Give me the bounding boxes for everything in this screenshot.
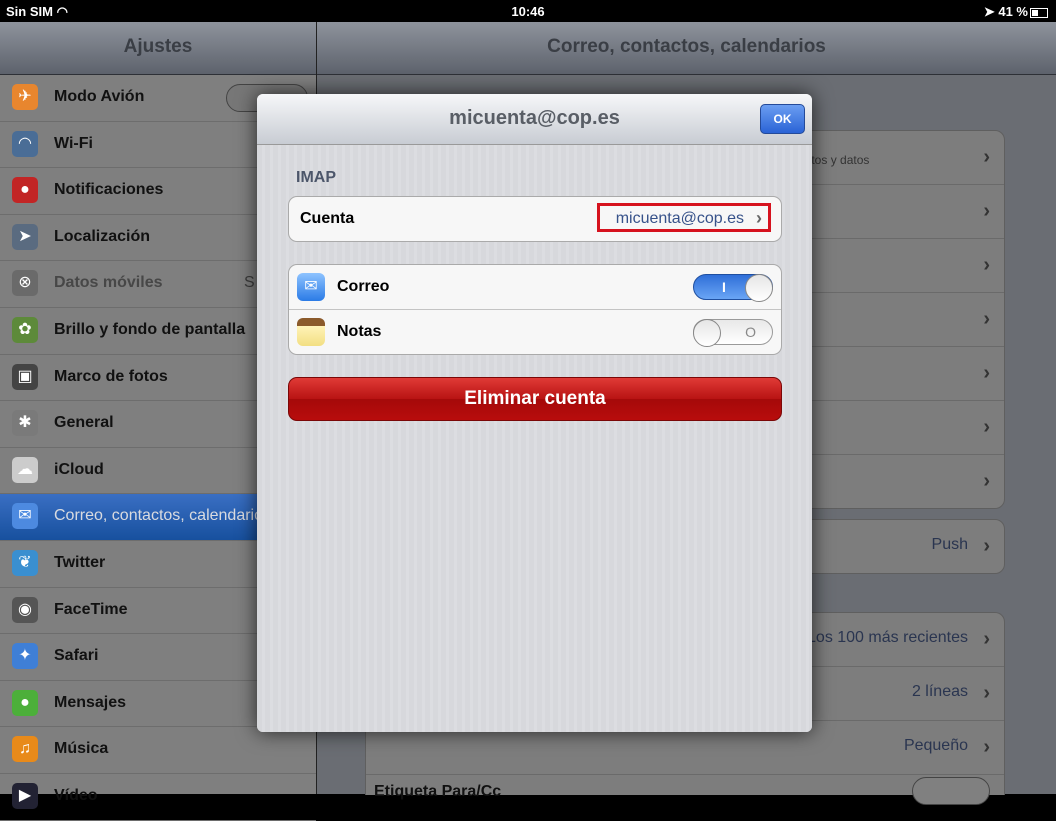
mail-row: ✉ Correo I [289, 265, 781, 310]
sidebar-item-label: Notificaciones [54, 181, 164, 199]
messages-icon: ● [12, 689, 38, 716]
sidebar-item-label: iCloud [54, 460, 104, 478]
account-label: Cuenta [300, 210, 355, 227]
account-card: Cuenta micuenta@cop.es › [288, 196, 782, 242]
battery-indicator: ➤ 41 % [984, 4, 1048, 20]
account-modal: micuenta@cop.es OK IMAP Cuenta micuenta@… [257, 94, 812, 732]
sidebar-item-label: Modo Avión [54, 88, 145, 105]
account-row[interactable]: Cuenta micuenta@cop.es › [289, 197, 781, 241]
chevron-right-icon: › [983, 146, 990, 168]
video-icon: ▶ [12, 782, 38, 809]
mail-label: Correo [337, 278, 390, 295]
location-icon: ➤ [12, 223, 38, 250]
sidebar-item[interactable]: ▶ Vídeo [0, 774, 316, 821]
toggle-knob [745, 274, 773, 302]
chevron-right-icon: › [983, 470, 990, 492]
music-icon: ♫ [12, 736, 38, 763]
toggle-knob [693, 319, 721, 347]
facetime-icon: ◉ [12, 596, 38, 623]
sidebar-item-label: FaceTime [54, 600, 128, 618]
detail-navbar: Correo, contactos, calendarios [317, 22, 1056, 75]
safari-icon: ✦ [12, 643, 38, 670]
delete-account-button[interactable]: Eliminar cuenta [288, 377, 782, 421]
highlight-box: micuenta@cop.es › [597, 203, 771, 232]
sidebar-item-label: Twitter [54, 553, 106, 571]
account-value: micuenta@cop.es [615, 210, 744, 227]
picture-frame-icon: ▣ [12, 363, 38, 390]
sidebar-item-label: Vídeo [54, 786, 98, 804]
chevron-right-icon: › [983, 254, 990, 276]
twitter-icon: ❦ [12, 549, 38, 576]
notes-label: Notas [337, 323, 382, 340]
chevron-right-icon: › [983, 736, 990, 758]
ok-button[interactable]: OK [760, 104, 805, 134]
brightness-icon: ✿ [12, 316, 38, 343]
sidebar-item[interactable]: ♫ Música [0, 727, 316, 774]
chevron-right-icon: › [983, 362, 990, 384]
services-card: ✉ Correo I Notas O [288, 264, 782, 355]
wifi-icon: ◠ [12, 130, 38, 157]
notes-row: Notas O [289, 310, 781, 354]
battery-icon [1030, 7, 1048, 18]
modal-title: micuenta@cop.es [449, 107, 620, 129]
detail-title: Correo, contactos, calendarios [547, 36, 826, 57]
clock: 10:46 [511, 4, 545, 19]
sidebar-item-label: Correo, contactos, calendarios [54, 507, 271, 525]
sidebar-item-extra: S [244, 274, 255, 292]
sidebar-item-label: Safari [54, 647, 99, 665]
sidebar-navbar: Ajustes [0, 22, 316, 75]
sidebar-item-label: Marco de fotos [54, 367, 168, 385]
chevron-right-icon: › [983, 628, 990, 650]
status-bar: Sin SIM ◠ 10:46 ➤ 41 % [0, 0, 1056, 22]
sidebar-item-label: Mensajes [54, 693, 127, 711]
sidebar-item-label: Datos móviles [54, 274, 163, 292]
chevron-right-icon: › [983, 200, 990, 222]
airplane-icon: ✈ [12, 84, 38, 110]
cloud-icon: ☁ [12, 456, 38, 483]
sidebar-item-label: Localización [54, 227, 151, 245]
notes-icon [297, 318, 325, 346]
sidebar-item-label: General [54, 414, 114, 432]
to-cc-row: Etiqueta Para/Cc [366, 775, 1004, 805]
notifications-icon: ● [12, 177, 38, 204]
chevron-right-icon: › [983, 682, 990, 704]
sidebar-item-label: Wi-Fi [54, 134, 93, 152]
chevron-right-icon: › [983, 416, 990, 438]
modal-header: micuenta@cop.es OK [257, 94, 812, 145]
notes-toggle[interactable]: O [693, 319, 773, 347]
gear-icon: ✱ [12, 410, 38, 437]
chevron-right-icon: › [756, 208, 762, 228]
sidebar-title: Ajustes [123, 36, 193, 57]
mail-icon: ✉ [12, 503, 38, 530]
section-header: IMAP [296, 169, 336, 186]
cellular-icon: ⊗ [12, 270, 38, 297]
chevron-right-icon: › [983, 308, 990, 330]
chevron-right-icon: › [983, 535, 990, 557]
location-arrow-icon: ➤ [983, 4, 995, 19]
to-cc-toggle[interactable] [912, 777, 990, 805]
mail-toggle[interactable]: I [693, 274, 773, 302]
mail-icon: ✉ [297, 273, 325, 301]
sidebar-item-label: Música [54, 740, 109, 758]
sidebar-item-label: Brillo y fondo de pantalla [54, 320, 246, 338]
modal-body: IMAP Cuenta micuenta@cop.es › ✉ Correo I… [257, 145, 812, 732]
